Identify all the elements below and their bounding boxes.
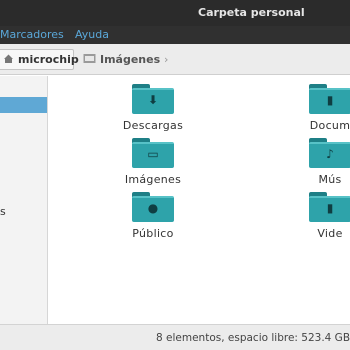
breadcrumb-home[interactable]: microchip <box>0 49 79 70</box>
file-label: Público <box>132 227 174 240</box>
menu-bar: Marcadores Ayuda <box>0 26 350 44</box>
pictures-folder-icon: ▭ <box>132 138 174 168</box>
breadcrumb-label: microchip <box>18 53 79 66</box>
file-item-publico[interactable]: ● Público <box>108 192 198 240</box>
menu-item-ayuda[interactable]: Ayuda <box>75 28 109 41</box>
file-view: ⬇ Descargas ▮ Docum ▭ Imágenes ♪ Mús ● P… <box>49 76 350 324</box>
title-bar: Carpeta personal <box>0 0 350 26</box>
breadcrumb-imagenes[interactable]: Imágenes <box>83 49 163 70</box>
public-folder-icon: ● <box>132 192 174 222</box>
file-label: Vide <box>317 227 343 240</box>
music-folder-icon: ♪ <box>309 138 350 168</box>
menu-item-marcadores[interactable]: Marcadores <box>0 28 64 41</box>
sidebar-item-label[interactable]: s <box>0 205 6 218</box>
file-label: Docum <box>309 119 350 132</box>
file-item-descargas[interactable]: ⬇ Descargas <box>108 84 198 132</box>
breadcrumb-label: Imágenes <box>100 53 161 66</box>
sidebar-item-selected[interactable] <box>0 97 47 113</box>
path-bar: microchip Imágenes › <box>0 44 350 75</box>
file-item-documentos[interactable]: ▮ Docum <box>285 84 350 132</box>
pictures-folder-icon <box>83 53 96 67</box>
file-item-musica[interactable]: ♪ Mús <box>285 138 350 186</box>
file-item-imagenes[interactable]: ▭ Imágenes <box>108 138 198 186</box>
documents-folder-icon: ▮ <box>309 84 350 114</box>
sidebar: s <box>0 76 48 324</box>
home-icon <box>3 53 14 67</box>
download-folder-icon: ⬇ <box>132 84 174 114</box>
file-label: Descargas <box>122 119 184 132</box>
file-label: Mús <box>318 173 342 186</box>
chevron-right-icon[interactable]: › <box>164 53 168 66</box>
file-label: Imágenes <box>124 173 182 186</box>
file-item-videos[interactable]: ▮ Vide <box>285 192 350 240</box>
status-text: 8 elementos, espacio libre: 523.4 GB <box>156 332 350 344</box>
window-title: Carpeta personal <box>198 6 305 19</box>
status-bar: 8 elementos, espacio libre: 523.4 GB <box>0 324 350 350</box>
videos-folder-icon: ▮ <box>309 192 350 222</box>
